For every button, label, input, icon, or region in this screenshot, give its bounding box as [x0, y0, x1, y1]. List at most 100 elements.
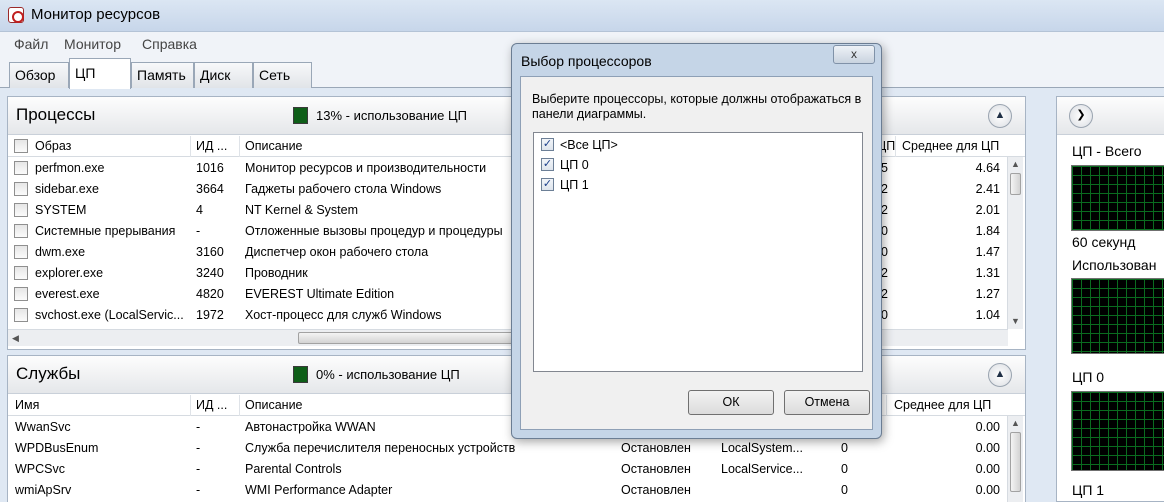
process-avg-cpu: 1.04 [975, 308, 1000, 322]
service-group: LocalService... [721, 462, 803, 476]
process-image: explorer.exe [35, 266, 104, 280]
service-name: wmiApSrv [15, 483, 72, 497]
graph-usage-label: Использован [1072, 257, 1157, 273]
select-all-checkbox[interactable] [14, 139, 28, 153]
expand-right-icon[interactable]: ❯ [1069, 104, 1093, 128]
services-vscroll-thumb[interactable] [1010, 432, 1021, 492]
service-status: Остановлен [621, 441, 691, 455]
process-avg-cpu: 2.01 [975, 203, 1000, 217]
process-description: Диспетчер окон рабочего стола [245, 245, 429, 259]
window-title: Монитор ресурсов [31, 6, 161, 23]
process-image: everest.exe [35, 287, 100, 301]
table-row[interactable]: WPCSvc - Parental Controls Остановлен LocalS… [8, 459, 1008, 480]
col-description[interactable]: Описание [245, 139, 303, 153]
tab-overview[interactable]: Обзор [9, 62, 69, 88]
process-image: SYSTEM [35, 203, 87, 217]
table-row[interactable]: WPDBusEnum - Служба перечислителя переносн… [8, 438, 1008, 459]
graph-panel-header: ❯ [1057, 97, 1164, 135]
tab-memory[interactable]: Память [131, 62, 194, 88]
row-checkbox[interactable] [14, 203, 28, 217]
services-usage-indicator [293, 366, 308, 383]
row-checkbox[interactable] [14, 245, 28, 259]
process-cpu: 2 [881, 287, 888, 301]
service-cpu: 0 [841, 462, 848, 476]
service-description: WMI Performance Adapter [245, 483, 393, 497]
row-checkbox[interactable] [14, 224, 28, 238]
col-service-description[interactable]: Описание [245, 398, 303, 412]
cpu0-graph [1071, 391, 1164, 471]
cancel-button[interactable]: Отмена [784, 390, 870, 415]
process-pid: 4820 [196, 287, 224, 301]
col-pid[interactable]: ИД ... [196, 139, 227, 153]
cpu1-label: ЦП 1 [1072, 482, 1105, 498]
checkbox-cpu1[interactable]: ✓ [541, 178, 554, 191]
process-cpu: 0 [881, 224, 888, 238]
cpu-total-label: ЦП - Всего [1072, 143, 1142, 159]
graph-timespan-label: 60 секунд [1072, 234, 1136, 250]
process-description: Отложенные вызовы процедур и процедуры [245, 224, 503, 238]
row-checkbox[interactable] [14, 161, 28, 175]
checkbox-cpu0[interactable]: ✓ [541, 158, 554, 171]
checkbox-all-cpu[interactable]: ✓ [541, 138, 554, 151]
process-avg-cpu: 1.31 [975, 266, 1000, 280]
graph-panel: ❯ ЦП - Всего 60 секунд Использован ЦП 0 … [1056, 96, 1164, 502]
row-checkbox[interactable] [14, 182, 28, 196]
processor-list[interactable]: ✓ <Все ЦП> ✓ ЦП 0 ✓ ЦП 1 [533, 132, 863, 372]
col-image[interactable]: Образ [35, 139, 71, 153]
row-checkbox[interactable] [14, 287, 28, 301]
process-image: sidebar.exe [35, 182, 99, 196]
processes-usage-text: 13% - использование ЦП [316, 108, 467, 123]
processes-vscroll-thumb[interactable] [1010, 173, 1021, 195]
processes-usage-indicator [293, 107, 308, 124]
tab-cpu[interactable]: ЦП [69, 58, 131, 89]
cpu-total-graph [1071, 165, 1164, 231]
service-description: Автонастройка WWAN [245, 420, 376, 434]
dialog-close-button[interactable]: x [833, 45, 875, 64]
col-service-avg-cpu[interactable]: Среднее для ЦП [894, 398, 991, 412]
processes-title: Процессы [16, 105, 96, 124]
tab-network[interactable]: Сеть [253, 62, 312, 88]
services-usage-text: 0% - использование ЦП [316, 367, 460, 382]
process-description: NT Kernel & System [245, 203, 359, 217]
col-name[interactable]: Имя [15, 398, 39, 412]
service-avg-cpu: 0.00 [975, 441, 1000, 455]
cpu-graph-small [1071, 278, 1164, 354]
ok-button[interactable]: ОК [688, 390, 774, 415]
select-processors-dialog: Выбор процессоров x Выберите процессоры,… [511, 43, 882, 439]
processes-vertical-scrollbar[interactable]: ▲ ▼ [1007, 157, 1023, 329]
processes-hscroll-thumb[interactable] [298, 332, 538, 344]
col-service-pid[interactable]: ИД ... [196, 398, 227, 412]
processes-collapse-button[interactable]: ▲ [988, 104, 1012, 128]
process-cpu: 2 [881, 182, 888, 196]
menu-file[interactable]: Файл [14, 36, 48, 52]
service-avg-cpu: 0.00 [975, 483, 1000, 497]
services-collapse-button[interactable]: ▲ [988, 363, 1012, 387]
tab-disk[interactable]: Диск [194, 62, 253, 88]
service-pid: - [196, 483, 201, 497]
process-image: dwm.exe [35, 245, 86, 259]
service-name: WPDBusEnum [15, 441, 99, 455]
service-cpu: 0 [841, 483, 848, 497]
service-avg-cpu: 0.00 [975, 462, 1000, 476]
process-avg-cpu: 2.41 [975, 182, 1000, 196]
process-description: Хост-процесс для служб Windows [245, 308, 442, 322]
process-description: Гаджеты рабочего стола Windows [245, 182, 442, 196]
menu-help[interactable]: Справка [142, 36, 197, 52]
dialog-description: Выберите процессоры, которые должны отоб… [532, 92, 862, 121]
process-description: EVEREST Ultimate Edition [245, 287, 395, 301]
process-image: perfmon.exe [35, 161, 105, 175]
process-avg-cpu: 1.27 [975, 287, 1000, 301]
service-name: WPCSvc [15, 462, 65, 476]
process-cpu: 0 [881, 308, 888, 322]
table-row[interactable]: wmiApSrv - WMI Performance Adapter Остановл… [8, 480, 1008, 501]
menu-monitor[interactable]: Монитор [64, 36, 121, 52]
services-title: Службы [16, 364, 81, 383]
col-avg-cpu[interactable]: Среднее для ЦП [902, 139, 999, 153]
service-description: Служба перечислителя переносных устройст… [245, 441, 516, 455]
process-image: svchost.exe (LocalServic... [35, 308, 184, 322]
process-description: Проводник [245, 266, 308, 280]
service-avg-cpu: 0.00 [975, 420, 1000, 434]
services-vertical-scrollbar[interactable]: ▲ [1007, 416, 1023, 502]
row-checkbox[interactable] [14, 308, 28, 322]
row-checkbox[interactable] [14, 266, 28, 280]
